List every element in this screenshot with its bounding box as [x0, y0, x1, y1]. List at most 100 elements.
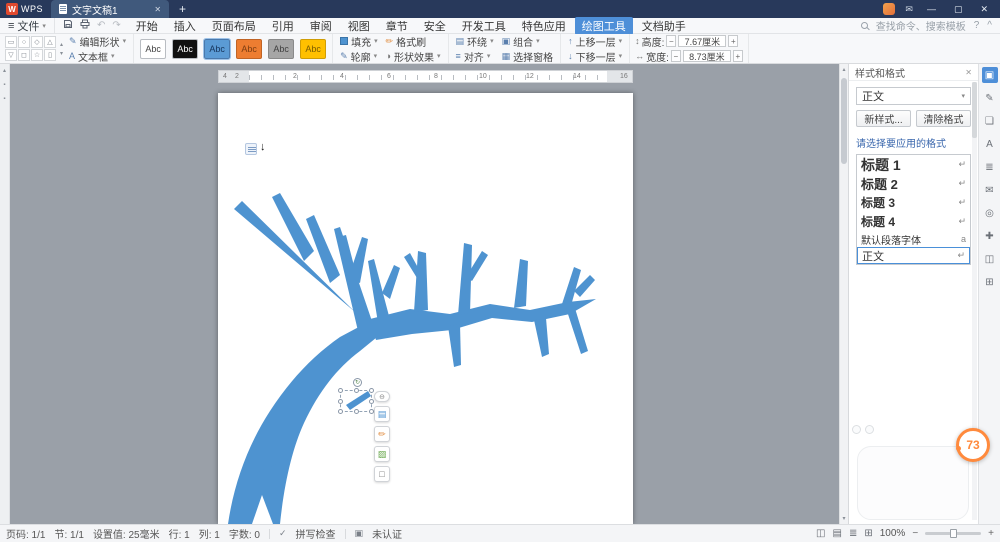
- quick-outline-icon[interactable]: □: [374, 466, 390, 482]
- tab-references[interactable]: 引用: [265, 17, 301, 35]
- shape-selection-box[interactable]: ↻: [338, 378, 374, 414]
- selection-handle[interactable]: [354, 409, 359, 414]
- height-decrease-button[interactable]: −: [666, 35, 677, 47]
- add-tool-icon[interactable]: ✚: [982, 228, 998, 244]
- target-tool-icon[interactable]: ◎: [982, 205, 998, 221]
- quick-fill-icon[interactable]: ▨: [374, 446, 390, 462]
- shape-triangle-icon[interactable]: △: [44, 36, 56, 48]
- search-input[interactable]: 查找命令、搜索模板: [876, 18, 966, 33]
- styles-panel-icon[interactable]: ▣: [981, 67, 998, 83]
- zoom-level[interactable]: 100%: [880, 528, 906, 539]
- scroll-up-icon[interactable]: ▴: [840, 66, 848, 73]
- tab-page-layout[interactable]: 页面布局: [205, 17, 263, 35]
- selection-handle[interactable]: [338, 409, 343, 414]
- align-button[interactable]: ≡ 对齐 ▾: [454, 50, 496, 64]
- document-page[interactable]: ↓ ↻ ⊖ ▤ ✏ ▨ □: [218, 93, 633, 524]
- shape-diamond-icon[interactable]: ◇: [31, 36, 43, 48]
- shape-style-chip-1[interactable]: Abc: [140, 38, 167, 59]
- text-box-button[interactable]: A 文本框 ▾: [67, 50, 128, 64]
- width-input[interactable]: 8.73厘米: [682, 50, 731, 62]
- zoom-slider-thumb[interactable]: [950, 529, 958, 538]
- selection-handle[interactable]: [338, 399, 343, 404]
- zoom-in-button[interactable]: +: [988, 528, 994, 539]
- selection-handle[interactable]: [354, 388, 359, 393]
- style-item-body-selected[interactable]: 正文 ↵: [857, 247, 970, 264]
- grid-tool-icon[interactable]: ⊞: [982, 274, 998, 290]
- page-view-icon[interactable]: ▤: [833, 528, 842, 539]
- send-backward-button[interactable]: ↓ 下移一层 ▾: [566, 50, 624, 64]
- horizontal-ruler[interactable]: 4 2 2 4 6 8 10 12 14 16: [218, 70, 633, 83]
- shape-style-chip-6[interactable]: Abc: [300, 38, 327, 59]
- group-button[interactable]: ▣ 组合 ▾: [500, 35, 556, 49]
- zoom-slider[interactable]: [925, 529, 982, 538]
- panel-close-icon[interactable]: ✕: [965, 68, 972, 77]
- height-increase-button[interactable]: +: [728, 35, 739, 47]
- gallery-down-icon[interactable]: ▾: [60, 50, 63, 57]
- tab-insert[interactable]: 插入: [167, 17, 203, 35]
- wrap-button[interactable]: ▤ 环绕 ▾: [454, 35, 496, 49]
- tab-drawing-tools[interactable]: 绘图工具: [574, 16, 633, 35]
- collapse-ribbon-icon[interactable]: ^: [987, 20, 992, 31]
- scroll-down-icon[interactable]: ▾: [840, 515, 848, 522]
- outline-list-icon[interactable]: ≣: [982, 159, 998, 175]
- rotate-handle-icon[interactable]: ↻: [353, 378, 362, 387]
- shape-triangle-down-icon[interactable]: ▽: [5, 49, 17, 61]
- file-menu-button[interactable]: ≡ 文件 ▾: [0, 18, 55, 33]
- redo-icon[interactable]: ↷: [112, 20, 120, 31]
- width-increase-button[interactable]: +: [732, 50, 743, 62]
- undo-icon[interactable]: ↶: [97, 20, 105, 31]
- selection-pane-button[interactable]: ▦ 选择窗格: [500, 50, 556, 64]
- tab-close-icon[interactable]: ✕: [154, 5, 161, 14]
- tab-section[interactable]: 章节: [379, 17, 415, 35]
- restore-button[interactable]: ▢: [950, 4, 967, 15]
- certificate-label[interactable]: 未认证: [372, 526, 402, 541]
- outline-button[interactable]: ✎ 轮廓 ▾: [338, 50, 380, 64]
- save-icon[interactable]: [63, 19, 73, 32]
- style-item-heading2[interactable]: 标题 2 ↵: [857, 174, 970, 193]
- bring-forward-button[interactable]: ↑ 上移一层 ▾: [566, 35, 624, 49]
- collapse-left-icon[interactable]: ▴: [3, 67, 6, 74]
- font-tool-icon[interactable]: A: [982, 136, 998, 152]
- document-tab[interactable]: 文字文稿1 ✕: [51, 0, 170, 18]
- tab-view[interactable]: 视图: [341, 17, 377, 35]
- outline-view-icon[interactable]: ≣: [849, 528, 857, 539]
- shape-style-chip-4[interactable]: Abc: [236, 38, 263, 59]
- tab-developer[interactable]: 开发工具: [455, 17, 513, 35]
- new-tab-button[interactable]: +: [169, 2, 196, 16]
- wps-logo[interactable]: W WPS: [0, 3, 51, 15]
- help-icon[interactable]: ?: [974, 20, 980, 31]
- tab-special-apps[interactable]: 特色应用: [515, 17, 573, 35]
- print-icon[interactable]: [80, 19, 90, 32]
- tab-review[interactable]: 审阅: [303, 17, 339, 35]
- shape-star-icon[interactable]: ☆: [31, 49, 43, 61]
- fill-button[interactable]: 填充 ▾: [338, 35, 380, 49]
- style-item-heading3[interactable]: 标题 3 ↵: [857, 193, 970, 212]
- current-style-dropdown[interactable]: 正文 ▾: [856, 87, 971, 105]
- mail-tool-icon[interactable]: ✉: [982, 182, 998, 198]
- shape-circle-icon[interactable]: ○: [18, 36, 30, 48]
- edit-shape-button[interactable]: ✎ 编辑形状 ▾: [67, 35, 128, 49]
- columns-tool-icon[interactable]: ◫: [982, 251, 998, 267]
- height-input[interactable]: 7.67厘米: [678, 35, 727, 47]
- clipboard-icon[interactable]: ❏: [982, 113, 998, 129]
- web-layout-view-icon[interactable]: ◫: [816, 528, 825, 539]
- shape-style-chip-5[interactable]: Abc: [268, 38, 295, 59]
- shape-square-icon[interactable]: ◻: [18, 49, 30, 61]
- style-item-heading1[interactable]: 标题 1 ↵: [857, 155, 970, 174]
- shape-effects-button[interactable]: ◑ 形状效果 ▾: [384, 50, 443, 64]
- tab-home[interactable]: 开始: [129, 17, 165, 35]
- tab-doc-assistant[interactable]: 文档助手: [635, 17, 693, 35]
- style-item-heading4[interactable]: 标题 4 ↵: [857, 212, 970, 231]
- style-item-default-font[interactable]: 默认段落字体 a: [857, 231, 970, 247]
- progress-badge[interactable]: 73: [956, 428, 990, 462]
- format-painter-button[interactable]: ✏ 格式刷: [384, 35, 443, 49]
- paste-options-icon[interactable]: [245, 143, 257, 155]
- vertical-scrollbar[interactable]: ▴ ▾: [839, 64, 848, 524]
- minimize-button[interactable]: —: [923, 4, 940, 14]
- user-avatar[interactable]: [883, 3, 896, 15]
- shape-style-chip-3-selected[interactable]: Abc: [203, 37, 232, 60]
- style-brush-icon[interactable]: ✏: [374, 426, 390, 442]
- layout-options-icon[interactable]: ▤: [374, 406, 390, 422]
- edit-tool-icon[interactable]: ✎: [982, 90, 998, 106]
- new-style-button[interactable]: 新样式...: [856, 110, 911, 127]
